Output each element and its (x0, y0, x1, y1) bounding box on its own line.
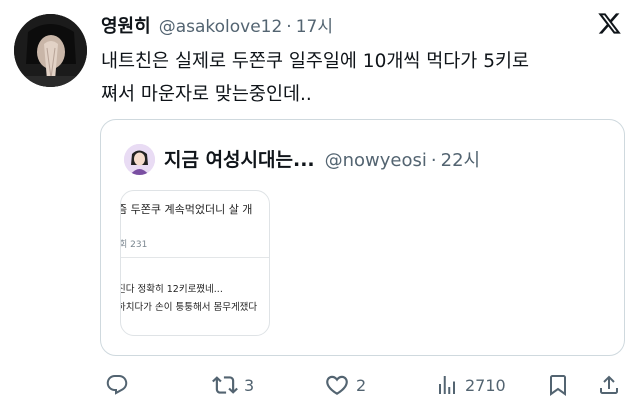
bookmark-button[interactable] (546, 370, 570, 400)
like-icon (326, 375, 348, 395)
avatar-image (14, 14, 87, 87)
views-icon (439, 376, 455, 394)
header-separator: · (286, 17, 292, 37)
view-count: 2710 (465, 375, 506, 395)
share-button[interactable] (597, 370, 621, 400)
quoted-avatar-image (124, 144, 155, 175)
retweet-count: 3 (244, 375, 255, 395)
x-logo-icon (597, 11, 622, 36)
author-display-name[interactable]: 영원히 (101, 12, 151, 38)
author-handle[interactable]: @asakolove12 (159, 17, 283, 37)
quoted-header-separator: · (430, 150, 437, 171)
quoted-tweet[interactable]: 지금 여성시대는... @nowyeosi · 22시 즘 두쫀쿠 계속먹었더니… (100, 119, 625, 356)
quoted-tweet-header: 지금 여성시대는... @nowyeosi · 22시 (164, 145, 480, 175)
card-body-line: 진다 정확히 12키로쪘네... (120, 284, 223, 295)
reply-button[interactable] (105, 370, 135, 400)
card-body-line: 하치다가 손이 퉁퉁해서 몸무게쟀다 (120, 302, 258, 313)
retweet-icon (212, 376, 238, 394)
reply-icon (106, 375, 128, 395)
tweet-header: 영원히 @asakolove12 · 17시 (101, 12, 333, 38)
quoted-author-display-name[interactable]: 지금 여성시대는... (164, 145, 315, 172)
card-title: 즘 두쫀쿠 계속먹었더니 살 개 (120, 203, 253, 216)
tweet-timestamp[interactable]: 17시 (296, 12, 333, 37)
views-button[interactable]: 2710 (435, 370, 506, 400)
like-count: 2 (356, 375, 367, 395)
tweet-text-line: 쪄서 마운자로 맞는중인데.. (101, 84, 312, 105)
quoted-author-avatar[interactable] (124, 144, 155, 175)
bookmark-icon (550, 375, 566, 396)
quoted-media-card[interactable]: 즘 두쫀쿠 계속먹었더니 살 개 회 231 진다 정확히 12키로쪘네... … (120, 190, 270, 336)
author-avatar[interactable] (14, 14, 87, 87)
like-button[interactable]: 2 (324, 370, 366, 400)
tweet-text: 내트친은 실제로 두쫀쿠 일주일에 10개씩 먹다가 5키로 쪄서 마운자로 맞… (101, 45, 629, 111)
retweet-button[interactable]: 3 (212, 370, 254, 400)
share-icon (600, 375, 618, 394)
quoted-author-handle[interactable]: @nowyeosi (325, 150, 427, 171)
card-divider (121, 257, 269, 258)
quoted-tweet-timestamp[interactable]: 22시 (441, 146, 480, 172)
tweet-text-line: 내트친은 실제로 두쫀쿠 일주일에 10개씩 먹다가 5키로 (101, 51, 530, 72)
card-stat: 회 231 (120, 240, 148, 250)
